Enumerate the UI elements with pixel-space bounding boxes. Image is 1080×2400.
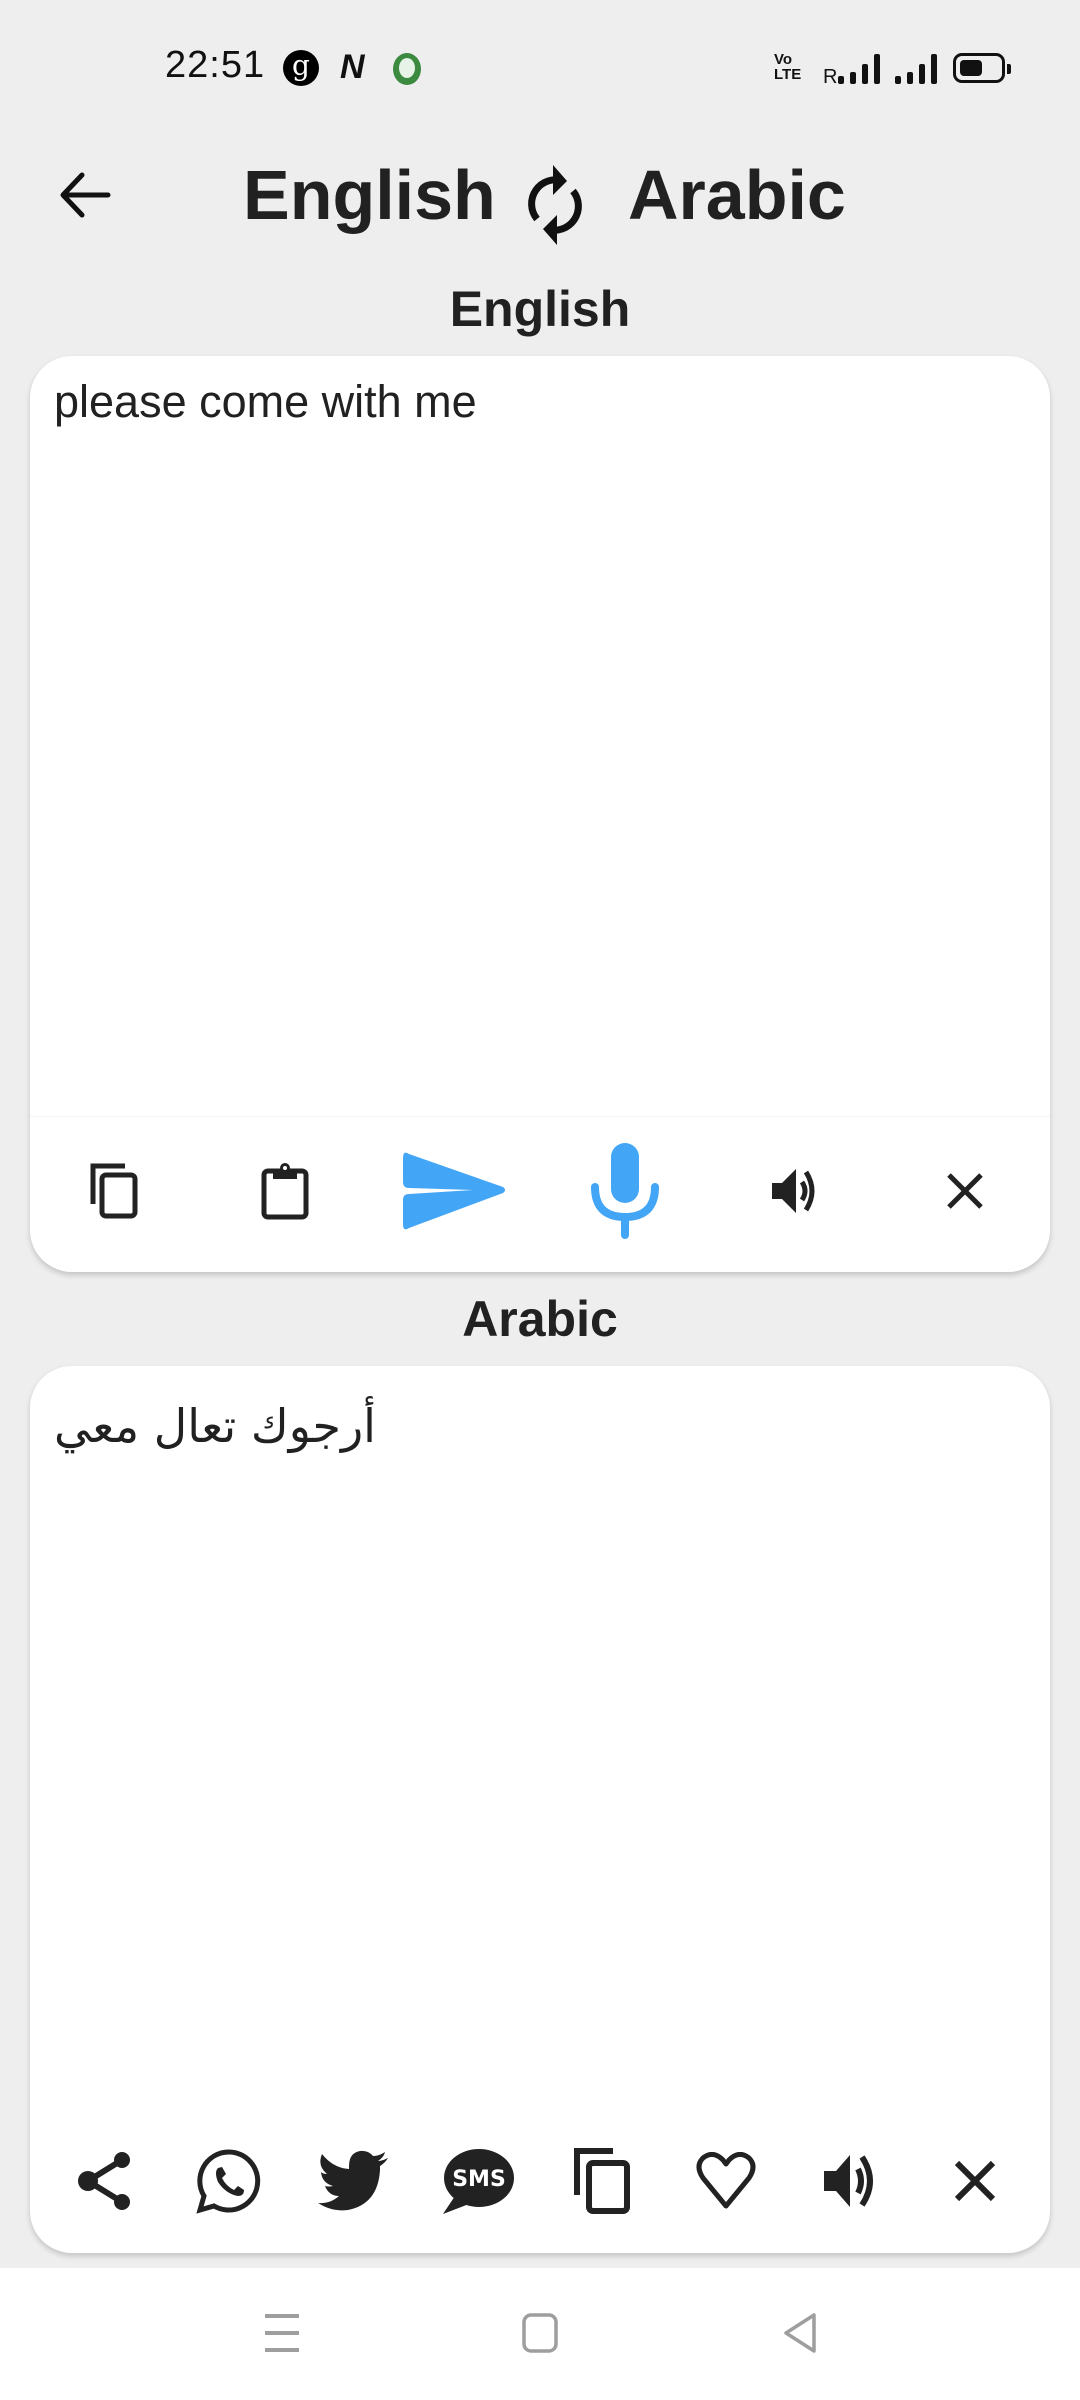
speaker-icon xyxy=(823,2155,873,2207)
twitter-share-button[interactable] xyxy=(294,2126,414,2236)
system-back-button[interactable] xyxy=(755,2298,845,2368)
speak-translation-button[interactable] xyxy=(791,2126,911,2236)
source-toolbar xyxy=(30,1126,1050,1256)
roaming-indicator: R xyxy=(823,66,838,88)
signal-sim2-icon xyxy=(895,52,937,84)
target-language-selector[interactable]: Arabic xyxy=(628,150,846,240)
clipboard-icon xyxy=(261,1163,309,1220)
whatsapp-share-button[interactable] xyxy=(169,2126,289,2236)
close-icon xyxy=(947,1173,983,1209)
toolbar-divider xyxy=(30,1116,1050,1117)
recents-button[interactable] xyxy=(237,2298,327,2368)
translated-text[interactable]: أرجوك تعال معي xyxy=(54,1396,1026,1456)
back-triangle-icon xyxy=(784,2313,816,2353)
system-nav-bar xyxy=(0,2268,1080,2400)
share-button[interactable] xyxy=(45,2126,165,2236)
send-icon xyxy=(403,1152,505,1230)
copy-icon xyxy=(574,2148,631,2214)
tree-icon xyxy=(393,53,421,85)
sms-icon: SMS xyxy=(442,2149,514,2214)
microphone-icon xyxy=(591,1143,659,1239)
back-button[interactable] xyxy=(50,160,120,230)
speaker-icon xyxy=(772,1169,815,1213)
target-toolbar: SMS xyxy=(30,2126,1050,2236)
copy-button[interactable] xyxy=(50,1136,180,1246)
status-time: 22:51 xyxy=(165,44,266,86)
signal-sim1-icon xyxy=(838,52,880,84)
source-language-selector[interactable]: English xyxy=(243,150,496,240)
swap-sync-icon xyxy=(528,165,582,245)
translate-send-button[interactable] xyxy=(390,1136,520,1246)
whatsapp-icon xyxy=(196,2149,261,2214)
share-icon xyxy=(78,2152,130,2210)
sms-share-button[interactable]: SMS xyxy=(418,2126,538,2236)
source-text-input[interactable]: please come with me xyxy=(54,372,1026,1072)
close-icon xyxy=(954,2160,996,2202)
recents-menu-icon xyxy=(265,2314,299,2352)
volte-icon: Vo LTE xyxy=(774,51,802,83)
heart-icon xyxy=(696,2152,756,2209)
status-bar: 22:51 g N Vo LTE R xyxy=(0,0,1080,130)
home-button[interactable] xyxy=(495,2298,585,2368)
n-icon: N xyxy=(340,48,365,86)
paste-button[interactable] xyxy=(220,1136,350,1246)
battery-icon xyxy=(953,53,1011,83)
target-language-label: Arabic xyxy=(462,1291,618,1347)
sms-icon-label: SMS xyxy=(452,2167,506,2192)
arrow-left-icon xyxy=(60,172,111,218)
g-icon: g xyxy=(283,50,319,86)
swap-languages-button[interactable] xyxy=(518,160,592,250)
app-header: English Arabic xyxy=(0,130,1080,260)
home-icon xyxy=(522,2313,558,2353)
favorite-button[interactable] xyxy=(666,2126,786,2236)
copy-translation-button[interactable] xyxy=(542,2126,662,2236)
voice-input-button[interactable] xyxy=(560,1136,690,1246)
twitter-icon xyxy=(317,2150,388,2211)
speak-source-button[interactable] xyxy=(730,1136,860,1246)
target-card: أرجوك تعال معي SMS xyxy=(30,1366,1050,2253)
translated-text-content: أرجوك تعال معي xyxy=(54,1399,376,1453)
clear-translation-button[interactable] xyxy=(915,2126,1035,2236)
clear-source-button[interactable] xyxy=(900,1136,1030,1246)
copy-icon xyxy=(90,1163,138,1219)
source-card: please come with me xyxy=(30,356,1050,1272)
source-language-label: English xyxy=(449,281,631,337)
